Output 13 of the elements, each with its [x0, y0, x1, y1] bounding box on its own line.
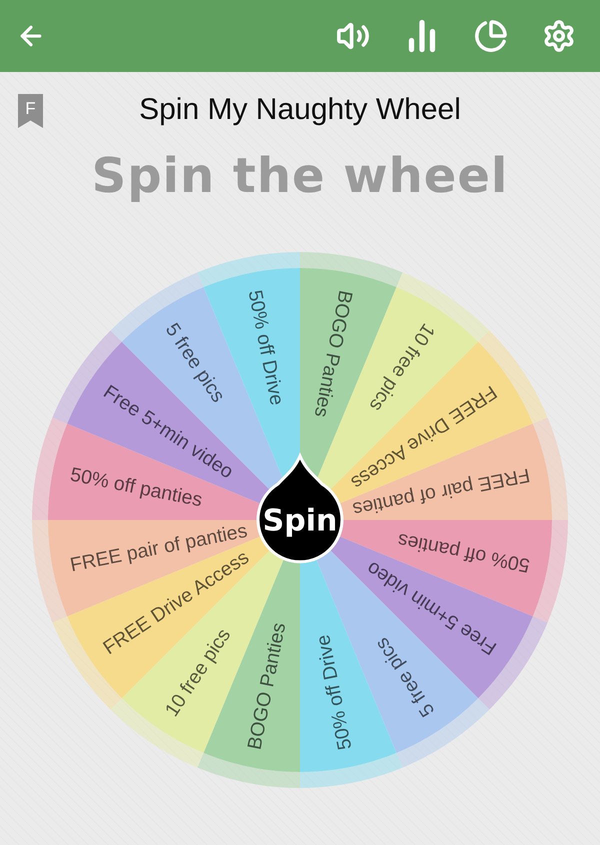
- heading: Spin the wheel: [90, 148, 510, 204]
- segment-label: BOGO Panties: [310, 288, 356, 420]
- segment-label: 50% off panties: [396, 528, 532, 576]
- spin-button[interactable]: Spin: [256, 454, 344, 564]
- segment-label: 5 free pics: [370, 634, 440, 721]
- pie-chart-icon[interactable]: [474, 19, 508, 53]
- segment-label: 50% off Drive: [312, 632, 356, 752]
- segment-label: 5 free pics: [160, 319, 230, 406]
- segment-label: BOGO Panties: [244, 620, 290, 752]
- segment-label: 50% off Drive: [244, 288, 288, 408]
- page-title: Spin My Naughty Wheel: [139, 93, 461, 127]
- settings-icon[interactable]: [542, 19, 576, 53]
- segment-label: 50% off panties: [68, 464, 204, 512]
